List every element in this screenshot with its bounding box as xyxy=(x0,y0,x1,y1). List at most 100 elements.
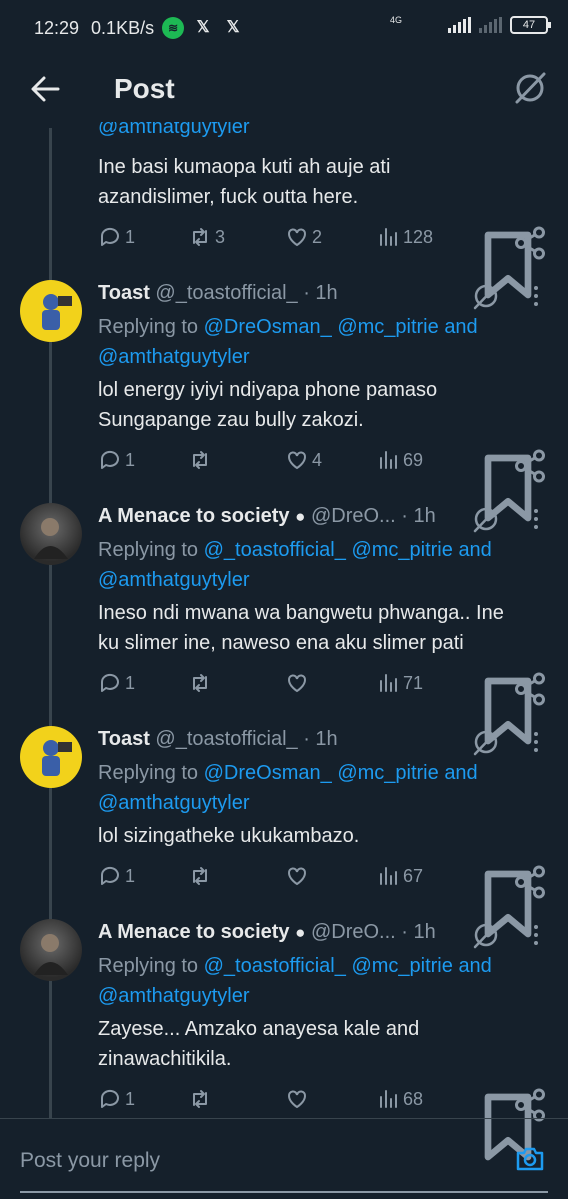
share-icon[interactable] xyxy=(512,225,548,261)
avatar-image xyxy=(42,740,72,776)
name-row: A Menace to society ● @DreO... · 1h xyxy=(98,505,436,528)
display-name[interactable]: A Menace to society xyxy=(98,505,290,527)
mention-link[interactable]: @amthatguytyler xyxy=(98,569,249,591)
views-icon xyxy=(380,228,397,246)
reply-icon xyxy=(100,1089,119,1108)
more-options-icon[interactable] xyxy=(528,923,544,947)
mention-link[interactable]: @mc_pitrie xyxy=(337,762,438,784)
replying-prefix: Replying to xyxy=(98,539,199,561)
views-icon xyxy=(380,451,397,469)
views-button[interactable]: 128 xyxy=(376,225,433,249)
reply-button[interactable]: 1 xyxy=(98,864,135,888)
mention-link[interactable]: @DreOsman_ xyxy=(204,316,332,338)
like-button[interactable] xyxy=(285,671,312,695)
grok-icon[interactable] xyxy=(470,280,502,312)
back-arrow-icon[interactable] xyxy=(28,72,62,106)
handle-time: @DreO... · 1h xyxy=(310,921,436,943)
like-button[interactable] xyxy=(285,1087,312,1111)
more-options-icon[interactable] xyxy=(528,284,544,308)
repost-button[interactable] xyxy=(188,448,215,472)
post-actions: 1 71 xyxy=(98,671,548,745)
display-name[interactable]: A Menace to society xyxy=(98,921,290,943)
apple-icon: ● xyxy=(295,507,306,526)
more-options-icon[interactable] xyxy=(528,730,544,754)
repost-icon xyxy=(193,451,207,469)
share-icon[interactable] xyxy=(512,864,548,900)
reply-icon xyxy=(100,227,119,246)
like-count: 2 xyxy=(312,226,323,247)
reply-bar: Post your reply xyxy=(0,1118,568,1199)
heart-icon xyxy=(288,228,306,247)
views-button[interactable]: 71 xyxy=(376,671,423,695)
grok-icon[interactable] xyxy=(512,70,548,106)
mention-link[interactable]: @amthatguytyler xyxy=(98,985,249,1007)
mention-link[interactable]: @_toastofficial_ xyxy=(204,955,346,977)
mention-link[interactable]: @mc_pitrie xyxy=(351,955,452,977)
like-button[interactable]: 4 xyxy=(285,448,322,472)
display-name[interactable]: Toast xyxy=(98,728,150,750)
views-icon xyxy=(380,867,397,885)
post-text-line-2: ku slimer ine, naweso ena aku slimer pat… xyxy=(98,632,464,654)
post-text-line-2: zinawachitikila. xyxy=(98,1048,232,1070)
reply-button[interactable]: 1 xyxy=(98,225,135,249)
views-count: 67 xyxy=(403,865,424,886)
replying-to: Replying to @DreOsman_ @mc_pitrie and @a… xyxy=(98,758,548,818)
mention-link[interactable]: @mc_pitrie xyxy=(337,316,438,338)
mention-link[interactable]: @amthatguytyler xyxy=(98,792,249,814)
repost-button[interactable]: 3 xyxy=(188,225,225,249)
grok-icon[interactable] xyxy=(470,726,502,758)
avatar-image xyxy=(34,934,68,975)
heart-icon xyxy=(288,867,306,886)
reply-input[interactable]: Post your reply xyxy=(20,1149,160,1173)
mention-link[interactable]: @DreOsman_ xyxy=(204,762,332,784)
repost-icon xyxy=(193,228,207,246)
mention-link[interactable]: @_toastofficial_ xyxy=(204,539,346,561)
grok-icon[interactable] xyxy=(470,919,502,951)
repost-icon xyxy=(193,674,207,692)
repost-icon xyxy=(193,867,207,885)
avatar[interactable] xyxy=(20,503,82,565)
reply-icon xyxy=(100,673,119,692)
repost-button[interactable] xyxy=(188,864,215,888)
reply-count: 1 xyxy=(125,1088,136,1109)
share-icon[interactable] xyxy=(512,448,548,484)
repost-button[interactable] xyxy=(188,1087,215,1111)
reply-icon xyxy=(100,866,119,885)
grok-icon[interactable] xyxy=(470,503,502,535)
repost-button[interactable] xyxy=(188,671,215,695)
camera-icon[interactable] xyxy=(514,1143,546,1175)
post-text-line-1: Zayese... Amzako anayesa kale and xyxy=(98,1018,420,1040)
more-options-icon[interactable] xyxy=(528,507,544,531)
avatar[interactable] xyxy=(20,919,82,981)
reply-button[interactable]: 1 xyxy=(98,448,135,472)
reply-underline xyxy=(20,1191,548,1193)
avatar[interactable] xyxy=(20,726,82,788)
avatar[interactable] xyxy=(20,280,82,342)
replying-prefix: Replying to xyxy=(98,762,199,784)
views-button[interactable]: 67 xyxy=(376,864,423,888)
display-name[interactable]: Toast xyxy=(98,282,150,304)
mention-link[interactable]: @amthatguytyler xyxy=(98,122,249,138)
views-count: 71 xyxy=(403,672,424,693)
replying-prefix: Replying to xyxy=(98,316,199,338)
reply-icon xyxy=(100,450,119,469)
post-actions: 1 67 xyxy=(98,864,548,938)
views-button[interactable]: 68 xyxy=(376,1087,423,1111)
post-text-line-2: Sungapange zau bully zakozi. xyxy=(98,409,364,431)
reply-button[interactable]: 1 xyxy=(98,671,135,695)
avatar-image xyxy=(42,294,72,330)
like-button[interactable]: 2 xyxy=(285,225,322,249)
reply-button[interactable]: 1 xyxy=(98,1087,135,1111)
mention-link[interactable]: @mc_pitrie xyxy=(351,539,452,561)
mention-link[interactable]: @amthatguytyler xyxy=(98,346,249,368)
share-icon[interactable] xyxy=(512,671,548,707)
status-bar: 12:29 0.1KB/s ≋ 𝕏 𝕏 4G 47 xyxy=(0,0,568,56)
heart-icon xyxy=(288,674,306,693)
like-count: 4 xyxy=(312,449,323,470)
and-word: and xyxy=(444,316,478,338)
spotify-icon: ≋ xyxy=(162,17,185,39)
views-button[interactable]: 69 xyxy=(376,448,423,472)
handle-time: @_toastofficial_ · 1h xyxy=(155,728,338,750)
post-text-line-1: Ineso ndi mwana wa bangwetu phwanga.. In… xyxy=(98,602,504,624)
like-button[interactable] xyxy=(285,864,312,888)
